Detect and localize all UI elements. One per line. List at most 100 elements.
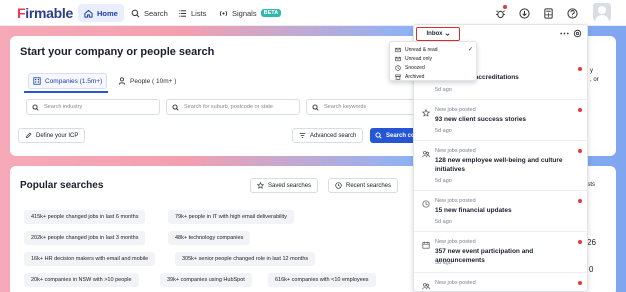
notification-kind: New jobs posted: [435, 148, 476, 154]
nav-home[interactable]: Home: [78, 4, 124, 22]
logo[interactable]: Firmable: [17, 5, 73, 21]
location-search-input[interactable]: Search for suburb, postcode or state: [166, 99, 300, 115]
notification-title: 128 new employee well-being and culture …: [435, 157, 563, 173]
hidden-text-fragment: y: [590, 68, 593, 74]
popular-search-chip[interactable]: 305k+ senior people changed role in last…: [175, 252, 316, 266]
mail-icon: [395, 56, 401, 61]
notification-title: 15 new financial updates: [435, 207, 512, 214]
people-icon: [422, 151, 430, 158]
notification-item[interactable]: New jobs posted 15 new financial updates…: [414, 192, 587, 232]
notification-dot: [503, 5, 507, 9]
history-icon: [335, 182, 342, 189]
popular-search-chip[interactable]: 415k+ people changed jobs in last 6 mont…: [24, 210, 146, 224]
recent-searches-button[interactable]: Recent searches: [328, 178, 399, 193]
search-icon: [172, 103, 179, 111]
list-icon: [178, 9, 187, 17]
unread-dot: [578, 281, 582, 285]
saved-searches-button[interactable]: Saved searches: [250, 178, 319, 193]
download-icon: [518, 7, 530, 19]
filter-option-archived[interactable]: Archived: [390, 72, 478, 81]
star-icon: [257, 182, 264, 189]
archive-icon: [395, 74, 401, 80]
unread-dot: [578, 149, 582, 153]
search-icon: [32, 103, 39, 111]
search-icon: [312, 103, 319, 111]
notification-age: 5d ago: [435, 219, 452, 225]
popular-search-chip[interactable]: 48k+ technology companies: [168, 231, 251, 245]
tab-companies[interactable]: Companies (1.5m+): [28, 73, 108, 89]
filter-option-label: Unread only: [405, 55, 432, 62]
industry-search-input[interactable]: Search industry: [26, 99, 160, 115]
popular-search-chip[interactable]: 39k+ companies using HubSpot: [160, 273, 252, 287]
nav-search-label: Search: [144, 8, 168, 18]
bug-icon: [495, 9, 505, 18]
star-icon: [422, 109, 430, 117]
popular-searches-title: Popular searches: [20, 180, 104, 191]
building-icon: [33, 77, 41, 85]
notification-item[interactable]: New jobs posted 128 new employee well-be…: [414, 142, 587, 191]
help-button[interactable]: [564, 5, 580, 21]
clock-icon: [395, 64, 401, 71]
notification-item[interactable]: New jobs posted: [414, 274, 587, 291]
filter-option-unread-only[interactable]: Unread only: [390, 54, 478, 63]
notification-age: 5d ago: [435, 178, 452, 184]
check-icon: ✓: [467, 47, 473, 53]
chevron-down-icon: [445, 32, 449, 36]
inbox-filter-dropdown: Unread & read ✓ Unread only Snoozed Arch…: [389, 41, 477, 81]
more-horizontal-icon: [559, 32, 569, 34]
advanced-search-button[interactable]: Advanced search: [292, 128, 364, 143]
download-button[interactable]: [516, 5, 532, 21]
search-icon: [131, 9, 140, 17]
filter-option-label: Snoozed: [405, 64, 425, 71]
tab-companies-label: Companies (1.5m+): [45, 77, 103, 85]
tab-people[interactable]: People ( 10m+ ): [114, 73, 180, 89]
popular-search-chip[interactable]: 20k+ companies in NSW with >10 people: [24, 273, 139, 287]
more-options-button[interactable]: [559, 28, 569, 38]
define-icp-button[interactable]: Define your ICP: [18, 128, 86, 143]
nav-signals-label: Signals: [232, 8, 257, 18]
inbox-filter-button[interactable]: Inbox: [416, 27, 460, 41]
popular-search-chip[interactable]: 16k+ HR decision makers with email and m…: [24, 252, 156, 266]
unread-dot: [578, 67, 582, 71]
nav-search[interactable]: Search: [125, 4, 174, 22]
notification-age: 5d ago: [435, 128, 452, 134]
inbox-label: Inbox: [426, 31, 443, 37]
unread-dot: [578, 108, 582, 112]
gear-icon: [573, 29, 581, 37]
popular-search-chip[interactable]: 616k+ companies with <10 employees: [268, 273, 376, 287]
filter-option-unread-and-read[interactable]: Unread & read ✓: [390, 45, 478, 54]
notification-item[interactable]: New jobs posted 93 new client success st…: [414, 101, 587, 141]
active-tab-indicator: [24, 91, 108, 93]
popular-search-chip[interactable]: 79k+ people in IT with high email delive…: [168, 210, 294, 224]
settings-button[interactable]: [572, 28, 582, 38]
signal-icon: [219, 10, 228, 16]
inbox-icon: [395, 47, 401, 52]
notification-title: 93 new client success stories: [435, 116, 527, 123]
hidden-text-fragment: 0: [589, 265, 594, 274]
top-navigation-bar: Firmable Home Search Lists Signals BETA: [0, 0, 626, 26]
notification-age: 5d ago: [435, 260, 452, 266]
keywords-placeholder: Search keywords: [324, 104, 367, 110]
popular-search-chip[interactable]: 202k+ people changed jobs in last 3 mont…: [24, 231, 146, 245]
keywords-search-input[interactable]: Search keywords: [306, 99, 416, 115]
industry-placeholder: Search industry: [44, 104, 83, 110]
home-icon: [84, 9, 93, 18]
calculator-button[interactable]: [540, 5, 556, 21]
notifications-button[interactable]: [492, 5, 508, 21]
nav-signals[interactable]: Signals BETA: [213, 4, 287, 22]
filter-icon: [299, 133, 306, 138]
logo-text: irmable: [25, 5, 73, 21]
notification-title: 357 new event participation and announce…: [435, 248, 534, 264]
notification-item[interactable]: New jobs posted 357 new event participat…: [414, 233, 587, 273]
avatar[interactable]: [593, 3, 611, 21]
notification-kind: New jobs posted: [435, 198, 476, 204]
nav-lists-label: Lists: [191, 8, 207, 18]
recent-searches-label: Recent searches: [346, 182, 392, 189]
nav-lists[interactable]: Lists: [172, 4, 212, 22]
notification-age: 5d ago: [435, 87, 452, 93]
notification-kind: New jobs posted: [435, 239, 476, 245]
notification-kind: New jobs posted: [435, 107, 476, 113]
calculator-icon: [543, 7, 553, 19]
beta-badge: BETA: [260, 9, 282, 17]
filter-option-snoozed[interactable]: Snoozed: [390, 63, 478, 72]
